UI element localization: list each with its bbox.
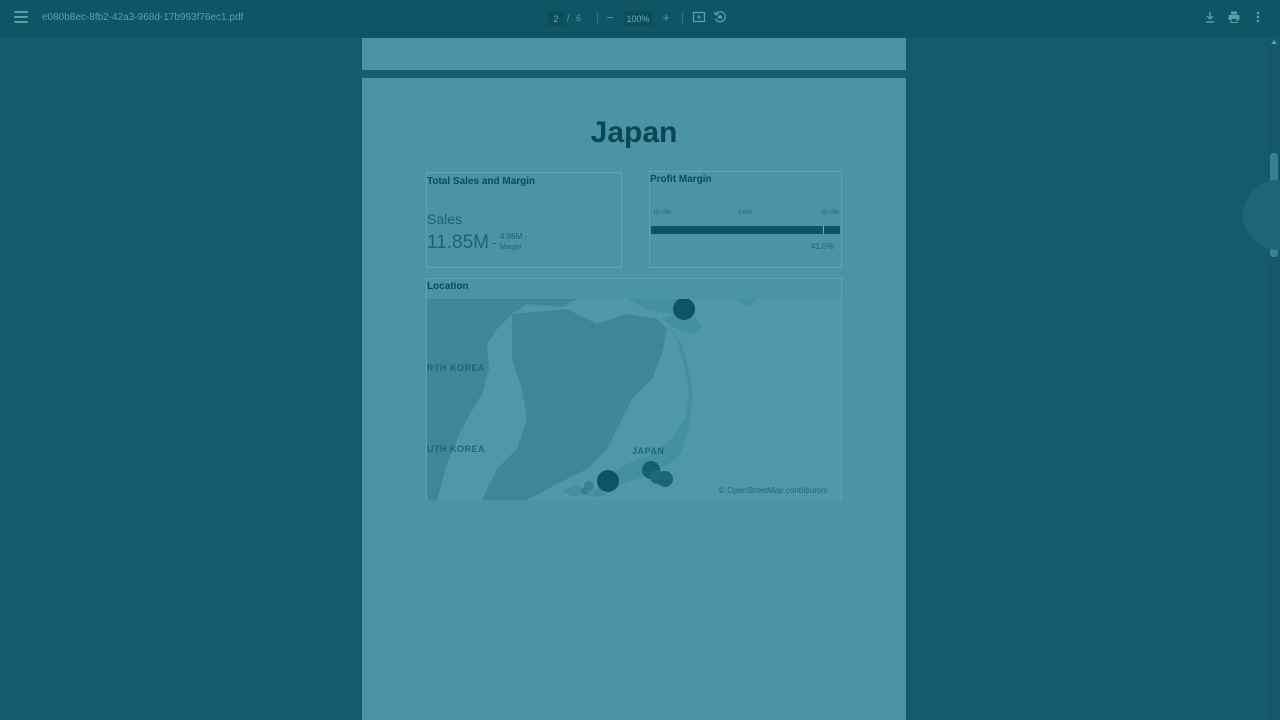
print-icon[interactable]	[1226, 10, 1242, 26]
sales-label: Sales	[427, 211, 463, 227]
sales-value: 11.85M	[427, 232, 489, 253]
floating-button[interactable]	[1243, 180, 1280, 250]
map-marker[interactable]	[597, 470, 619, 492]
more-icon[interactable]	[1250, 10, 1266, 26]
toolbar-divider	[682, 12, 683, 25]
fit-page-icon[interactable]	[691, 10, 707, 26]
gauge-tick-max: 50.0%	[822, 210, 840, 216]
kpi-panel: Total Sales and Margin Sales 11.85M - 4.…	[426, 172, 622, 268]
report-title: Japan	[590, 116, 678, 149]
gauge-marker	[823, 226, 824, 234]
map-label-japan: JAPAN	[632, 446, 665, 456]
zoom-input[interactable]	[624, 11, 652, 26]
map-marker[interactable]	[581, 487, 589, 495]
kpi-title: Total Sales and Margin	[427, 176, 536, 187]
menu-icon[interactable]	[14, 11, 28, 25]
map-marker[interactable]	[657, 471, 673, 487]
gauge-bar	[651, 226, 840, 234]
page-total: 6	[576, 13, 582, 23]
gauge-title: Profit Margin	[650, 174, 712, 185]
map-label-south-korea: UTH KOREA	[427, 444, 485, 454]
gauge-tick-min: -50.0%	[652, 210, 672, 216]
toolbar-divider	[597, 12, 598, 25]
zoom-out-icon[interactable]: −	[602, 10, 618, 26]
location-map-panel: Location RTH KOREA UTH KOREA JAPAN © Ope…	[426, 278, 842, 500]
rotate-icon[interactable]	[712, 10, 728, 26]
gauge-tick-mid: 0.0%	[738, 210, 752, 216]
pdf-toolbar: e080b8ec-8fb2-42a3-968d-17b993f76ec1.pdf…	[0, 0, 1280, 38]
map-attribution[interactable]: © OpenStreetMap contributors	[719, 486, 828, 495]
map-label-north-korea: RTH KOREA	[427, 363, 485, 373]
profit-margin-panel: Profit Margin -50.0% 0.0% 50.0% 41.0%	[649, 171, 842, 268]
margin-value: 4.86M -	[500, 232, 528, 241]
scrollbar-track[interactable]	[1268, 38, 1280, 720]
scroll-up-arrow-icon[interactable]	[1271, 40, 1277, 44]
page-number-input[interactable]	[548, 11, 564, 26]
kpi-separator: -	[492, 235, 497, 250]
file-name: e080b8ec-8fb2-42a3-968d-17b993f76ec1.pdf	[42, 12, 244, 23]
map-marker[interactable]	[673, 299, 695, 320]
map-canvas[interactable]	[427, 299, 841, 500]
map-title: Location	[427, 281, 469, 292]
pdf-page-current: Japan Total Sales and Margin Sales 11.85…	[362, 78, 906, 720]
gauge-value: 41.0%	[811, 242, 834, 251]
download-icon[interactable]	[1202, 10, 1218, 26]
page-gap	[362, 70, 906, 78]
page-separator: /	[567, 13, 570, 23]
zoom-in-icon[interactable]: +	[658, 10, 674, 26]
margin-label: Margin	[500, 244, 522, 251]
pdf-page-previous	[362, 38, 906, 70]
